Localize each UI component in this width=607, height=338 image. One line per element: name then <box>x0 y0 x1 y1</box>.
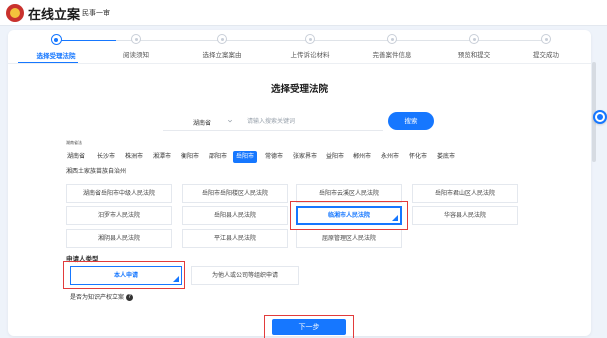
step-dot-icon <box>469 34 479 44</box>
help-icon[interactable]: ? <box>126 294 134 301</box>
step-dot-icon <box>217 34 227 44</box>
city-tab[interactable]: 张家界市 <box>290 151 320 163</box>
step-label: 完善案件信息 <box>372 51 412 59</box>
step-dot-icon <box>387 34 397 44</box>
court-tile[interactable]: 平江县人民法院 <box>182 229 288 248</box>
step-submit-success[interactable]: 提交成功 <box>506 34 586 59</box>
court-tile[interactable]: 岳阳市岳阳楼区人民法院 <box>182 184 288 203</box>
step-label: 选择受理法院 <box>36 52 76 60</box>
city-tab[interactable]: 益阳市 <box>323 151 347 163</box>
region-note: 湖南省法 <box>66 140 82 145</box>
court-tile[interactable]: 华容县人民法院 <box>412 206 518 225</box>
floating-assistant-icon[interactable] <box>593 110 607 124</box>
court-tile[interactable]: 汨罗市人民法院 <box>66 206 172 225</box>
highlight-box <box>264 315 354 338</box>
ip-case-label: 是否为知识产权立案? <box>70 292 134 301</box>
court-tile[interactable]: 岳阳县人民法院 <box>182 206 288 225</box>
chevron-down-icon <box>227 119 233 123</box>
city-tab[interactable]: 湘西土家族苗族自治州 <box>66 166 126 175</box>
city-tab[interactable]: 株洲市 <box>122 151 146 163</box>
court-emblem-icon <box>6 4 24 22</box>
step-case-info[interactable]: 完善案件信息 <box>352 34 432 59</box>
search-input[interactable] <box>243 113 383 131</box>
city-tab[interactable]: 常德市 <box>262 151 286 163</box>
city-tab[interactable]: 湖南省 <box>64 151 88 163</box>
court-tile[interactable]: 屈原管理区人民法院 <box>296 229 402 248</box>
province-select[interactable]: 湖南省 <box>163 113 243 131</box>
stepper-divider <box>8 63 591 64</box>
step-label: 上传诉讼材料 <box>290 51 330 59</box>
step-label: 预览和提交 <box>457 51 491 59</box>
court-tile[interactable]: 湘阴县人民法院 <box>66 229 172 248</box>
case-type-label: 民事一审 <box>82 9 110 17</box>
city-tab[interactable]: 娄底市 <box>434 151 458 163</box>
city-tab[interactable]: 怀化市 <box>406 151 430 163</box>
search-button[interactable]: 搜索 <box>388 112 434 130</box>
city-tab[interactable]: 衡阳市 <box>178 151 202 163</box>
city-tab-active[interactable]: 岳阳市 <box>233 151 258 163</box>
city-tab[interactable]: 邵阳市 <box>206 151 230 163</box>
ip-case-text: 是否为知识产权立案 <box>70 294 125 301</box>
highlight-box <box>290 201 408 230</box>
step-label: 提交成功 <box>533 51 559 59</box>
court-tile[interactable]: 岳阳市君山区人民法院 <box>412 184 518 203</box>
progress-stepper: 选择受理法院 阅读须知 选择立案案由 上传诉讼材料 完善案件信息 预览和提交 提… <box>8 30 591 64</box>
app-title: 在线立案 <box>28 8 81 23</box>
page-heading: 选择受理法院 <box>270 84 328 95</box>
court-tile[interactable]: 湖南省岳阳市中级人民法院 <box>66 184 172 203</box>
top-bar: 在线立案 民事一审 <box>0 0 607 26</box>
step-select-court[interactable]: 选择受理法院 <box>16 34 96 60</box>
city-tab[interactable]: 永州市 <box>378 151 402 163</box>
city-tab[interactable]: 长沙市 <box>94 151 118 163</box>
step-dot-icon <box>305 34 315 44</box>
step-dot-icon <box>50 34 62 45</box>
city-tab[interactable]: 湘潭市 <box>150 151 174 163</box>
province-value: 湖南省 <box>193 120 212 127</box>
step-upload-materials[interactable]: 上传诉讼材料 <box>270 34 350 59</box>
step-select-cause[interactable]: 选择立案案由 <box>182 34 262 59</box>
applicant-other-option[interactable]: 为他人或公司等组织申请 <box>191 266 299 285</box>
step-preview-submit[interactable]: 预览和提交 <box>434 34 514 59</box>
main-card: 选择受理法院 阅读须知 选择立案案由 上传诉讼材料 完善案件信息 预览和提交 提… <box>8 30 591 338</box>
step-label: 选择立案案由 <box>202 51 242 59</box>
city-tab[interactable]: 郴州市 <box>350 151 374 163</box>
step-dot-icon <box>131 34 141 44</box>
step-label: 阅读须知 <box>123 51 149 59</box>
highlight-box <box>63 261 185 289</box>
step-dot-icon <box>541 34 551 44</box>
step-read-notice[interactable]: 阅读须知 <box>96 34 176 59</box>
